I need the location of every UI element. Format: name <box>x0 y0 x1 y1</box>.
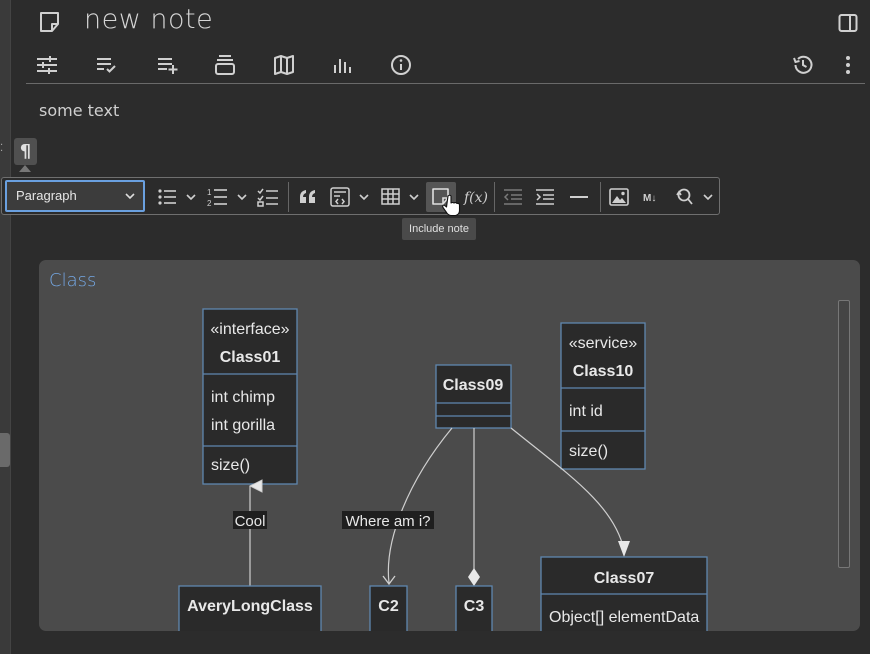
edge-label-where-text: Where am i? <box>345 513 430 530</box>
c2-name: C2 <box>378 598 399 615</box>
markdown-icon: M↓ <box>643 193 656 204</box>
heading-select[interactable]: Paragraph <box>5 180 145 212</box>
sidebar-toggle-icon[interactable] <box>838 13 858 33</box>
toolbar-separator <box>600 182 601 212</box>
class01-attr: int chimp <box>211 389 275 406</box>
sliders-icon <box>37 56 57 74</box>
horizontal-line-icon <box>570 196 588 198</box>
averylongclass-name: AveryLongClass <box>187 598 313 615</box>
class01-attr: int gorilla <box>211 417 275 434</box>
class10-name: Class10 <box>573 363 634 380</box>
quote-icon <box>300 190 315 203</box>
history-icon <box>793 55 813 74</box>
list-check-icon <box>97 58 116 73</box>
class01-name: Class01 <box>220 349 281 366</box>
class-diagram: «interface» Class01 int chimp int gorill… <box>178 308 708 631</box>
block-quote-button[interactable] <box>296 182 320 212</box>
collection-button[interactable] <box>210 50 240 80</box>
bulleted-list-icon <box>158 189 196 205</box>
indent-button[interactable] <box>532 182 558 212</box>
horizontal-line-button[interactable] <box>566 182 592 212</box>
todo-list-icon <box>257 188 278 207</box>
table-icon <box>381 188 419 205</box>
class07-name: Class07 <box>594 570 655 587</box>
editor-toolbar: Paragraph 1 2 f(x) M↓ <box>1 177 720 215</box>
more-options-button[interactable] <box>833 50 863 80</box>
uml-class-averylongclass[interactable]: AveryLongClass <box>178 585 322 631</box>
function-icon: f(x) <box>463 190 488 206</box>
numbered-list-icon: 1 2 <box>207 188 247 208</box>
class10-stereotype: «service» <box>569 335 638 352</box>
uml-class-class01[interactable]: «interface» Class01 int chimp int gorill… <box>202 308 298 485</box>
svg-text:f(x): f(x) <box>463 190 488 206</box>
class01-stereotype: «interface» <box>210 321 289 338</box>
edge-label-where: Where am i? <box>342 511 434 530</box>
note-info-button[interactable] <box>386 50 416 80</box>
chevron-down-icon <box>125 193 135 200</box>
class10-attr: int id <box>569 403 603 420</box>
revisions-button[interactable] <box>788 50 818 80</box>
toolbar-separator <box>288 182 289 212</box>
chart-icon <box>334 59 351 73</box>
edge-label-cool: Cool <box>233 511 267 530</box>
add-list-button[interactable] <box>152 50 182 80</box>
note-map-button[interactable] <box>269 50 299 80</box>
note-content-text[interactable]: some text <box>39 101 119 120</box>
uml-class-c3[interactable]: C3 <box>455 585 493 631</box>
code-block-button[interactable] <box>328 182 372 212</box>
note-ribbon <box>26 46 865 84</box>
class07-attr: Object[] elementData <box>549 609 699 626</box>
todo-list-button[interactable] <box>256 182 280 212</box>
map-icon <box>274 55 294 75</box>
c3-name: C3 <box>464 598 485 615</box>
include-note-tooltip: Include note <box>402 218 476 240</box>
drag-dots-icon[interactable]: · · <box>0 141 4 157</box>
note-title[interactable]: new note <box>84 4 213 35</box>
markdown-import-button[interactable]: M↓ <box>640 182 668 212</box>
uml-class-c2[interactable]: C2 <box>369 585 408 631</box>
insert-image-button[interactable] <box>606 182 632 212</box>
outdent-icon <box>503 189 522 205</box>
class01-method: size() <box>211 457 250 474</box>
more-icon <box>846 56 850 74</box>
basic-properties-button[interactable] <box>32 50 62 80</box>
class10-method: size() <box>569 443 608 460</box>
uml-class-class07[interactable]: Class07 Object[] elementData <box>540 556 708 631</box>
left-panel-strip <box>0 0 11 654</box>
class09-name: Class09 <box>443 377 504 394</box>
note-title-row: new note <box>26 0 870 44</box>
info-icon <box>391 55 411 75</box>
find-replace-icon <box>676 188 713 205</box>
uml-class-class09[interactable]: Class09 <box>435 364 512 429</box>
find-replace-button[interactable] <box>674 182 716 212</box>
svg-text:2: 2 <box>207 199 212 208</box>
note-info-chart-button[interactable] <box>327 50 357 80</box>
outdent-button[interactable] <box>500 182 526 212</box>
edge-label-cool-text: Cool <box>235 513 266 530</box>
insert-table-button[interactable] <box>378 182 422 212</box>
indent-icon <box>536 189 554 205</box>
toolbar-separator <box>494 182 495 212</box>
numbered-list-button[interactable]: 1 2 <box>206 182 250 212</box>
math-button[interactable]: f(x) <box>462 182 490 212</box>
stack-icon <box>215 55 235 75</box>
svg-text:1: 1 <box>207 188 212 197</box>
bulleted-list-button[interactable] <box>156 182 200 212</box>
heading-select-value: Paragraph <box>16 188 77 203</box>
list-add-icon <box>158 58 178 74</box>
code-block-icon <box>330 187 369 207</box>
hand-cursor-icon <box>442 194 461 217</box>
pilcrow-icon: ¶ <box>19 141 32 162</box>
note-icon <box>40 12 59 32</box>
svg-text:M↓: M↓ <box>643 193 656 204</box>
uml-class-class10[interactable]: «service» Class10 int id size() <box>560 322 646 470</box>
edited-notes-button[interactable] <box>91 50 121 80</box>
mermaid-diagram-card[interactable]: Class «interface» Class01 int chimp int … <box>39 260 860 631</box>
image-icon <box>609 188 629 206</box>
toolbar-caret <box>19 165 31 172</box>
paragraph-block-button[interactable]: ¶ <box>14 138 37 165</box>
left-panel-resize-handle[interactable] <box>0 433 10 467</box>
